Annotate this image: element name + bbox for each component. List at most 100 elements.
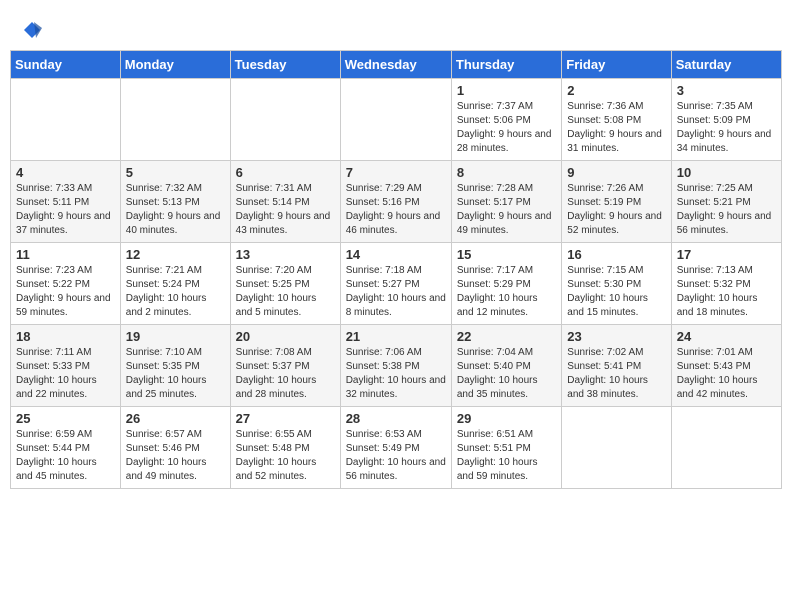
calendar-cell: 11 Sunrise: 7:23 AM Sunset: 5:22 PM Dayli… [11,243,121,325]
day-number: 14 [346,247,446,262]
day-number: 27 [236,411,335,426]
day-info: Sunrise: 7:10 AM Sunset: 5:35 PM Dayligh… [126,346,225,402]
calendar-cell: 24 Sunrise: 7:01 AM Sunset: 5:43 PM Dayli… [671,325,781,407]
calendar-cell: 10 Sunrise: 7:25 AM Sunset: 5:21 PM Dayli… [671,161,781,243]
calendar-cell: 9Sunrise: 7:26 AM Sunset: 5:19 PM Daylig… [562,161,671,243]
day-info: Sunrise: 7:08 AM Sunset: 5:37 PM Dayligh… [236,346,335,402]
day-number: 10 [677,165,776,180]
calendar-cell: 3Sunrise: 7:35 AM Sunset: 5:09 PM Daylig… [671,79,781,161]
calendar-week-row: 11 Sunrise: 7:23 AM Sunset: 5:22 PM Dayli… [11,243,782,325]
day-number: 29 [457,411,556,426]
calendar-cell: 23 Sunrise: 7:02 AM Sunset: 5:41 PM Dayli… [562,325,671,407]
day-info: Sunrise: 7:04 AM Sunset: 5:40 PM Dayligh… [457,346,556,402]
day-info: Sunrise: 7:23 AM Sunset: 5:22 PM Dayligh… [16,264,115,320]
weekday-header-friday: Friday [562,51,671,79]
calendar-cell: 27 Sunrise: 6:55 AM Sunset: 5:48 PM Dayli… [230,407,340,489]
calendar-cell: 16 Sunrise: 7:15 AM Sunset: 5:30 PM Dayli… [562,243,671,325]
calendar-cell: 2Sunrise: 7:36 AM Sunset: 5:08 PM Daylig… [562,79,671,161]
calendar-cell [120,79,230,161]
day-info: Sunrise: 7:28 AM Sunset: 5:17 PM Dayligh… [457,182,556,238]
calendar-cell: 4Sunrise: 7:33 AM Sunset: 5:11 PM Daylig… [11,161,121,243]
calendar-cell: 14 Sunrise: 7:18 AM Sunset: 5:27 PM Dayli… [340,243,451,325]
day-number: 28 [346,411,446,426]
calendar-cell: 28 Sunrise: 6:53 AM Sunset: 5:49 PM Dayli… [340,407,451,489]
day-number: 1 [457,83,556,98]
calendar-cell: 19 Sunrise: 7:10 AM Sunset: 5:35 PM Dayli… [120,325,230,407]
day-info: Sunrise: 6:51 AM Sunset: 5:51 PM Dayligh… [457,428,556,484]
calendar-header: SundayMondayTuesdayWednesdayThursdayFrid… [11,51,782,79]
day-info: Sunrise: 7:29 AM Sunset: 5:16 PM Dayligh… [346,182,446,238]
calendar-cell: 12 Sunrise: 7:21 AM Sunset: 5:24 PM Dayli… [120,243,230,325]
calendar-cell: 15 Sunrise: 7:17 AM Sunset: 5:29 PM Dayli… [451,243,561,325]
calendar-cell: 7 Sunrise: 7:29 AM Sunset: 5:16 PM Daylig… [340,161,451,243]
calendar-cell: 26Sunrise: 6:57 AM Sunset: 5:46 PM Dayli… [120,407,230,489]
calendar-week-row: 25 Sunrise: 6:59 AM Sunset: 5:44 PM Dayli… [11,407,782,489]
day-info: Sunrise: 7:31 AM Sunset: 5:14 PM Dayligh… [236,182,335,238]
calendar-cell: 6 Sunrise: 7:31 AM Sunset: 5:14 PM Daylig… [230,161,340,243]
calendar-cell: 1 Sunrise: 7:37 AM Sunset: 5:06 PM Daylig… [451,79,561,161]
day-number: 19 [126,329,225,344]
day-number: 24 [677,329,776,344]
calendar-cell: 5 Sunrise: 7:32 AM Sunset: 5:13 PM Daylig… [120,161,230,243]
day-number: 22 [457,329,556,344]
calendar-cell: 17Sunrise: 7:13 AM Sunset: 5:32 PM Dayli… [671,243,781,325]
weekday-header-row: SundayMondayTuesdayWednesdayThursdayFrid… [11,51,782,79]
calendar-cell [562,407,671,489]
day-number: 25 [16,411,115,426]
day-number: 13 [236,247,335,262]
day-info: Sunrise: 6:55 AM Sunset: 5:48 PM Dayligh… [236,428,335,484]
day-info: Sunrise: 7:13 AM Sunset: 5:32 PM Dayligh… [677,264,776,320]
day-info: Sunrise: 7:32 AM Sunset: 5:13 PM Dayligh… [126,182,225,238]
day-info: Sunrise: 7:15 AM Sunset: 5:30 PM Dayligh… [567,264,665,320]
calendar-cell [671,407,781,489]
day-info: Sunrise: 7:21 AM Sunset: 5:24 PM Dayligh… [126,264,225,320]
day-info: Sunrise: 7:18 AM Sunset: 5:27 PM Dayligh… [346,264,446,320]
day-number: 6 [236,165,335,180]
day-info: Sunrise: 7:36 AM Sunset: 5:08 PM Dayligh… [567,100,665,156]
day-info: Sunrise: 6:53 AM Sunset: 5:49 PM Dayligh… [346,428,446,484]
calendar-table: SundayMondayTuesdayWednesdayThursdayFrid… [10,50,782,489]
day-number: 23 [567,329,665,344]
day-info: Sunrise: 6:57 AM Sunset: 5:46 PM Dayligh… [126,428,225,484]
weekday-header-wednesday: Wednesday [340,51,451,79]
logo [20,20,42,40]
day-info: Sunrise: 6:59 AM Sunset: 5:44 PM Dayligh… [16,428,115,484]
day-info: Sunrise: 7:37 AM Sunset: 5:06 PM Dayligh… [457,100,556,156]
calendar-cell: 21 Sunrise: 7:06 AM Sunset: 5:38 PM Dayli… [340,325,451,407]
calendar-cell [230,79,340,161]
day-number: 3 [677,83,776,98]
day-number: 21 [346,329,446,344]
calendar-week-row: 4Sunrise: 7:33 AM Sunset: 5:11 PM Daylig… [11,161,782,243]
calendar-cell: 18Sunrise: 7:11 AM Sunset: 5:33 PM Dayli… [11,325,121,407]
header [10,10,782,45]
day-info: Sunrise: 7:06 AM Sunset: 5:38 PM Dayligh… [346,346,446,402]
weekday-header-tuesday: Tuesday [230,51,340,79]
day-info: Sunrise: 7:17 AM Sunset: 5:29 PM Dayligh… [457,264,556,320]
day-info: Sunrise: 7:25 AM Sunset: 5:21 PM Dayligh… [677,182,776,238]
calendar-cell: 20 Sunrise: 7:08 AM Sunset: 5:37 PM Dayli… [230,325,340,407]
day-info: Sunrise: 7:02 AM Sunset: 5:41 PM Dayligh… [567,346,665,402]
day-number: 8 [457,165,556,180]
day-number: 11 [16,247,115,262]
logo-icon [22,20,42,40]
day-info: Sunrise: 7:11 AM Sunset: 5:33 PM Dayligh… [16,346,115,402]
calendar-cell: 22 Sunrise: 7:04 AM Sunset: 5:40 PM Dayli… [451,325,561,407]
day-number: 5 [126,165,225,180]
weekday-header-saturday: Saturday [671,51,781,79]
weekday-header-thursday: Thursday [451,51,561,79]
day-info: Sunrise: 7:01 AM Sunset: 5:43 PM Dayligh… [677,346,776,402]
calendar-body: 1 Sunrise: 7:37 AM Sunset: 5:06 PM Daylig… [11,79,782,489]
day-number: 16 [567,247,665,262]
calendar-cell [11,79,121,161]
day-number: 20 [236,329,335,344]
calendar-cell: 8 Sunrise: 7:28 AM Sunset: 5:17 PM Daylig… [451,161,561,243]
weekday-header-sunday: Sunday [11,51,121,79]
day-info: Sunrise: 7:20 AM Sunset: 5:25 PM Dayligh… [236,264,335,320]
day-number: 15 [457,247,556,262]
calendar-cell [340,79,451,161]
day-number: 12 [126,247,225,262]
day-number: 4 [16,165,115,180]
calendar-cell: 29 Sunrise: 6:51 AM Sunset: 5:51 PM Dayli… [451,407,561,489]
day-number: 7 [346,165,446,180]
calendar-cell: 25 Sunrise: 6:59 AM Sunset: 5:44 PM Dayli… [11,407,121,489]
